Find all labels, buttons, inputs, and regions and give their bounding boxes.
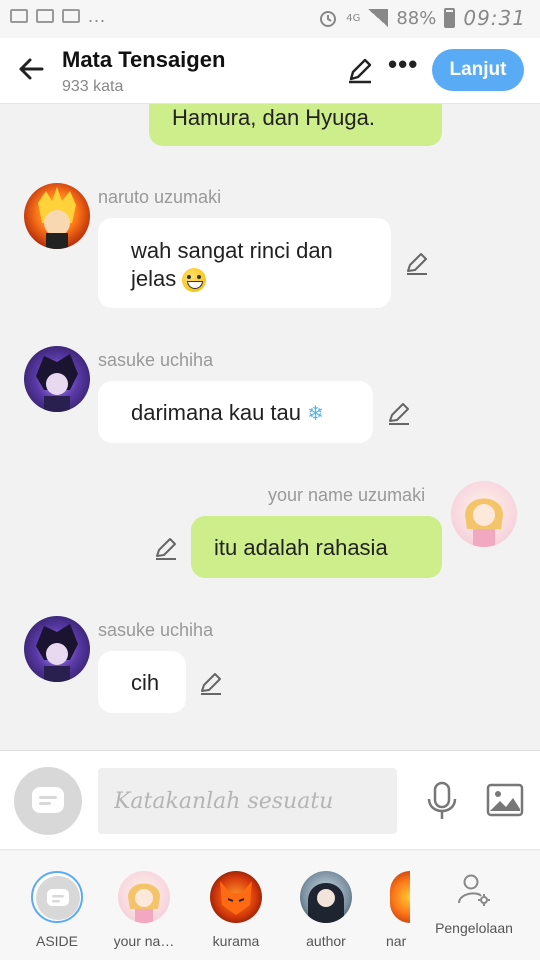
- sender-name: naruto uzumaki: [98, 187, 222, 207]
- message-input[interactable]: [98, 768, 397, 834]
- message-text: wah sangat rinci dan: [131, 238, 333, 263]
- sender-name: your name uzumaki: [268, 485, 426, 505]
- more-notifications: ...: [88, 6, 107, 26]
- chat-bubble-icon: [36, 876, 80, 920]
- character-label: ASIDE: [35, 933, 78, 949]
- message-bubble[interactable]: Hamura, dan Hyuga.: [149, 104, 442, 146]
- signal-icon: [368, 9, 389, 27]
- network-type: 4G: [346, 12, 361, 24]
- character-label: nar: [386, 933, 407, 949]
- narration-toggle-button[interactable]: [14, 767, 82, 835]
- clock: 09:31: [463, 6, 526, 30]
- message-bubble[interactable]: wah sangat rinci dan jelas: [98, 218, 391, 308]
- aside-avatar: [31, 871, 83, 923]
- user-settings-icon: [458, 874, 490, 906]
- character-author[interactable]: author: [286, 871, 366, 949]
- avatar-kurama: [210, 871, 262, 923]
- edit-message-icon[interactable]: [386, 400, 412, 426]
- avatar-naruto[interactable]: [24, 183, 90, 249]
- word-count: 933 kata: [62, 78, 124, 95]
- pencil-icon[interactable]: [346, 56, 374, 84]
- avatar-sasuke[interactable]: [24, 616, 90, 682]
- more-icon[interactable]: •••: [388, 51, 418, 77]
- status-indicators: 4G 88% 09:31: [318, 6, 526, 30]
- grinning-face-icon: [182, 268, 207, 293]
- composer-bar: [0, 750, 540, 850]
- manage-characters-button[interactable]: Pengelolaan: [424, 871, 524, 936]
- notification-icons: ...: [10, 6, 107, 26]
- message-bubble[interactable]: darimana kau tau ❄: [98, 381, 373, 443]
- message-text: cih: [131, 670, 160, 695]
- character-selector: ASIDE your na… kurama author nar Pengelo…: [0, 851, 540, 960]
- alarm-icon: [320, 11, 337, 27]
- avatar-your-name[interactable]: [451, 481, 517, 547]
- image-icon[interactable]: [486, 783, 524, 817]
- top-app-bar: Mata Tensaigen 933 kata ••• Lanjut: [0, 38, 540, 104]
- battery-icon: [444, 8, 456, 28]
- message-text: itu adalah rahasia: [214, 535, 388, 560]
- story-title: Mata Tensaigen: [62, 47, 226, 72]
- microphone-icon[interactable]: [424, 781, 460, 821]
- avatar-sasuke[interactable]: [24, 346, 90, 412]
- character-kurama[interactable]: kurama: [196, 871, 276, 949]
- message-bubble[interactable]: cih: [98, 651, 186, 713]
- character-aside[interactable]: ASIDE: [17, 871, 97, 949]
- manage-label: Pengelolaan: [435, 920, 513, 936]
- sender-name: sasuke uchiha: [98, 620, 214, 640]
- snowflake-icon: ❄: [307, 403, 324, 425]
- status-bar: ... 4G 88% 09:31: [0, 0, 540, 38]
- back-arrow-icon[interactable]: [16, 54, 46, 84]
- message-text: jelas: [131, 266, 177, 291]
- message-text: Hamura, dan Hyuga.: [172, 105, 375, 130]
- message-text: darimana kau tau: [131, 400, 301, 425]
- avatar-author: [300, 871, 352, 923]
- chat-area[interactable]: Hamura, dan Hyuga. naruto uzumaki wah sa…: [0, 104, 540, 750]
- edit-message-icon[interactable]: [404, 250, 430, 276]
- chat-bubble-icon: [32, 787, 64, 813]
- next-button[interactable]: Lanjut: [432, 49, 524, 91]
- character-label: author: [306, 933, 346, 949]
- battery-percent: 88%: [396, 7, 437, 29]
- cloud-notification-icon: [62, 9, 80, 23]
- app-notification-icon: [36, 9, 54, 23]
- character-label: your na…: [113, 933, 175, 949]
- character-label: kurama: [212, 933, 260, 949]
- avatar-naruto: [390, 871, 410, 923]
- character-naruto[interactable]: nar: [360, 871, 410, 949]
- edit-message-icon[interactable]: [198, 670, 224, 696]
- character-your-name[interactable]: your na…: [104, 871, 184, 949]
- message-bubble[interactable]: itu adalah rahasia: [191, 516, 442, 578]
- gallery-notification-icon: [10, 9, 28, 23]
- edit-message-icon[interactable]: [153, 535, 179, 561]
- sender-name: sasuke uchiha: [98, 350, 214, 370]
- avatar-your-name: [118, 871, 170, 923]
